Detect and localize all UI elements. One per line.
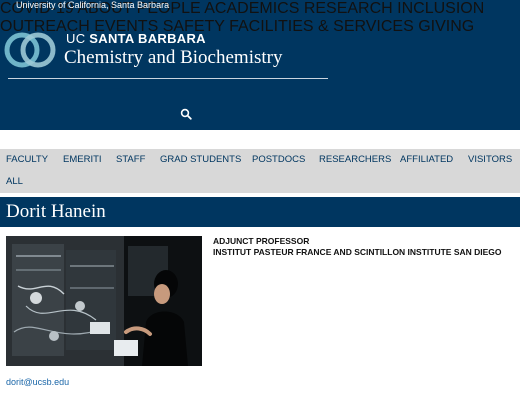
brand-name[interactable]: UC SANTA BARBARA bbox=[66, 32, 206, 46]
subnav-all[interactable]: ALL bbox=[6, 176, 23, 187]
nav-inclusion[interactable]: INCLUSION bbox=[397, 0, 484, 17]
profile-photo bbox=[6, 236, 202, 366]
department-title[interactable]: Chemistry and Biochemistry bbox=[64, 47, 282, 69]
profile-email-link[interactable]: dorit@ucsb.edu bbox=[6, 377, 69, 388]
subnav-faculty[interactable]: FACULTY bbox=[6, 154, 48, 165]
header-divider bbox=[8, 78, 328, 79]
profile-affiliation: INSTITUT PASTEUR FRANCE AND SCINTILLON I… bbox=[213, 247, 502, 257]
university-link[interactable]: University of California, Santa Barbara bbox=[16, 0, 169, 11]
profile-title: ADJUNCT PROFESSOR bbox=[213, 236, 310, 246]
subnav-emeriti[interactable]: EMERITI bbox=[63, 154, 102, 165]
subnav-postdocs[interactable]: POSTDOCS bbox=[252, 154, 305, 165]
subnav-visitors[interactable]: VISITORS bbox=[468, 154, 512, 165]
brand-prefix: UC bbox=[66, 31, 90, 46]
profile-name: Dorit Hanein bbox=[6, 201, 106, 222]
nav-academics[interactable]: ACADEMICS bbox=[204, 0, 299, 17]
profile-name-bar: Dorit Hanein bbox=[0, 197, 520, 227]
ucsb-logo-icon[interactable] bbox=[2, 30, 58, 70]
subnav-researchers[interactable]: RESEARCHERS bbox=[319, 154, 391, 165]
nav-facilities[interactable]: FACILITIES & SERVICES bbox=[229, 18, 414, 35]
people-subnav: FACULTY EMERITI STAFF GRAD STUDENTS POST… bbox=[0, 149, 520, 193]
site-header: University of California, Santa Barbara … bbox=[0, 0, 520, 130]
profile-info: ADJUNCT PROFESSOR INSTITUT PASTEUR FRANC… bbox=[213, 236, 520, 258]
subnav-staff[interactable]: STAFF bbox=[116, 154, 145, 165]
search-icon[interactable] bbox=[180, 108, 192, 120]
brand-bold: SANTA BARBARA bbox=[89, 31, 206, 46]
nav-research[interactable]: RESEARCH bbox=[304, 0, 393, 17]
subnav-grad-students[interactable]: GRAD STUDENTS bbox=[160, 154, 241, 165]
subnav-affiliated[interactable]: AFFILIATED bbox=[400, 154, 453, 165]
nav-giving[interactable]: GIVING bbox=[418, 18, 474, 35]
profile-photo-illustration bbox=[6, 236, 202, 366]
